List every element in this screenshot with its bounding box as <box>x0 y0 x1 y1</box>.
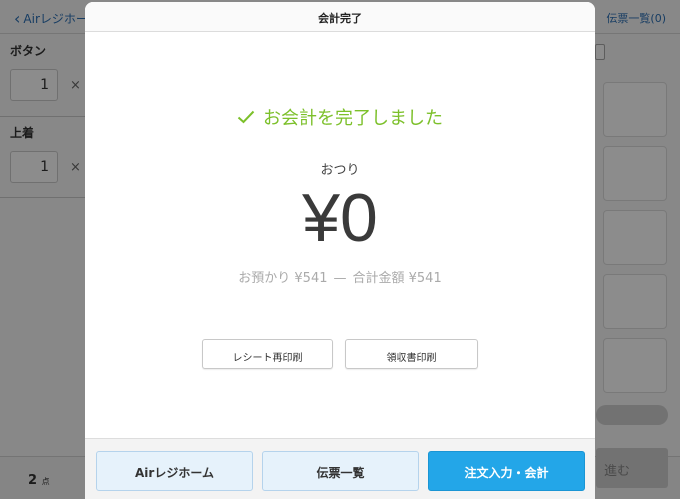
total-amount: 合計金額 ¥541 <box>352 271 442 286</box>
done-message: お会計を完了しました <box>85 104 595 130</box>
received-amount: お預かり ¥541 <box>238 271 328 286</box>
order-entry-button[interactable]: 注文入力・会計 <box>428 451 585 491</box>
checkout-complete-modal: 会計完了 お会計を完了しました おつり ¥0 お預かり ¥541 — 合計金額 ¥5… <box>85 2 595 499</box>
print-invoice-button[interactable]: 領収書印刷 <box>345 339 478 369</box>
change-label: おつり <box>320 163 360 178</box>
modal-footer: Airレジホーム 伝票一覧 注文入力・会計 <box>85 438 595 499</box>
modal-title: 会計完了 <box>85 2 595 32</box>
change-amount: ¥0 <box>302 180 378 256</box>
checkmark-icon <box>237 110 255 124</box>
airregi-home-button[interactable]: Airレジホーム <box>96 451 253 491</box>
reprint-receipt-button[interactable]: レシート再印刷 <box>202 339 333 369</box>
summary-dash: — <box>333 271 347 286</box>
done-message-text: お会計を完了しました <box>263 108 443 129</box>
payment-summary: お預かり ¥541 — 合計金額 ¥541 <box>85 267 595 286</box>
slip-list-button[interactable]: 伝票一覧 <box>262 451 419 491</box>
